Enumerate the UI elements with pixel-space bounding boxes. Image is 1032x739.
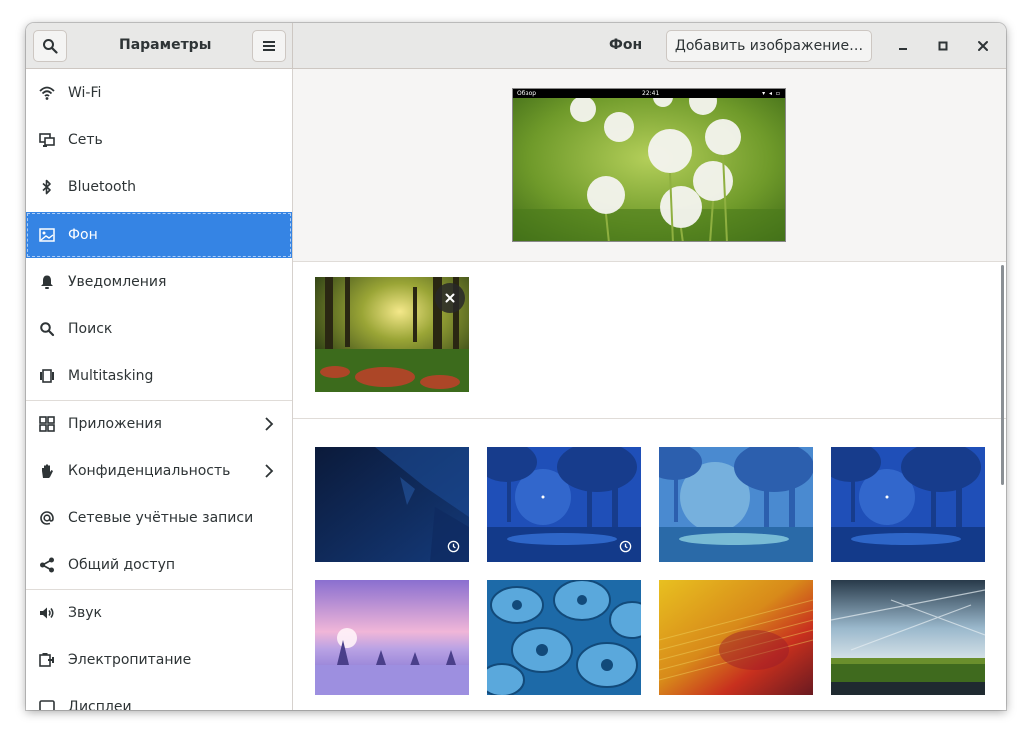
sidebar-item-label: Приложения	[68, 416, 162, 432]
preview-overview-label: Обзор	[517, 90, 537, 97]
background-icon	[39, 228, 55, 242]
sidebar-item-label: Общий доступ	[68, 557, 176, 573]
bell-icon	[41, 275, 53, 289]
snowy-sunset-wallpaper-image	[315, 580, 469, 695]
section-divider	[293, 418, 1006, 419]
blue-tokens-wallpaper-image	[487, 580, 641, 695]
page-title: Фон	[609, 37, 643, 53]
sidebar-item-label: Фон	[68, 227, 98, 243]
blue-forest-wallpaper-image	[831, 447, 985, 562]
search-button[interactable]	[33, 30, 67, 62]
settings-window: Параметры Фон Добавить изображение… Wi-F…	[26, 23, 1006, 710]
background-page: Обзор 22:41 ▾ ◂ ▫	[293, 69, 1006, 710]
sidebar-item-sound[interactable]: Звук	[26, 590, 292, 636]
hamburger-menu-icon	[263, 41, 275, 51]
sidebar-item-label: Bluetooth	[68, 179, 136, 195]
sidebar-item-label: Сетевые учётные записи	[68, 510, 254, 526]
bluetooth-icon	[42, 179, 51, 195]
search-icon	[43, 39, 58, 54]
wallpaper-thumb[interactable]	[659, 580, 813, 695]
main-menu-button[interactable]	[252, 30, 286, 62]
sidebar-item-apps[interactable]: Приложения	[26, 401, 292, 447]
chevron-right-icon	[265, 417, 274, 431]
maximize-button[interactable]	[933, 36, 953, 56]
wallpaper-thumb[interactable]	[315, 447, 469, 562]
preview-status-icons: ▾ ◂ ▫	[762, 90, 781, 97]
sidebar-item-multitasking[interactable]: Multitasking	[26, 353, 292, 399]
sidebar-item-online-accounts[interactable]: Сетевые учётные записи	[26, 495, 292, 541]
close-icon	[978, 41, 988, 51]
sidebar-item-label: Уведомления	[68, 274, 167, 290]
sidebar-item-background[interactable]: Фон	[26, 212, 292, 258]
speaker-icon	[40, 607, 54, 619]
power-icon	[39, 653, 54, 667]
content-headerbar: Фон Добавить изображение…	[293, 23, 1006, 69]
preview-clock: 22:41	[642, 90, 660, 97]
sidebar-headerbar: Параметры	[26, 23, 293, 69]
sidebar-item-label: Звук	[68, 605, 102, 621]
hand-icon	[42, 464, 53, 478]
sidebar-item-privacy[interactable]: Конфиденциальность	[26, 448, 292, 494]
wallpaper-thumb[interactable]	[315, 580, 469, 695]
maximize-icon	[938, 41, 948, 51]
misty-forest-wallpaper-image	[659, 447, 813, 562]
dark-blue-wallpaper-image	[315, 447, 469, 562]
preview-area: Обзор 22:41 ▾ ◂ ▫	[293, 69, 1006, 262]
wallpaper-thumb[interactable]	[487, 447, 641, 562]
sidebar-item-label: Конфиденциальность	[68, 463, 231, 479]
preview-top-bar: Обзор 22:41 ▾ ◂ ▫	[513, 89, 785, 98]
sidebar-item-wifi[interactable]: Wi-Fi	[26, 70, 292, 116]
blue-forest-wallpaper-image	[487, 447, 641, 562]
wallpaper-thumb[interactable]	[487, 580, 641, 695]
minimize-button[interactable]	[893, 36, 913, 56]
sidebar-item-search[interactable]: Поиск	[26, 306, 292, 352]
meadow-sky-wallpaper-image	[831, 580, 985, 695]
add-image-button[interactable]: Добавить изображение…	[666, 30, 872, 62]
app-title: Параметры	[119, 37, 212, 53]
at-icon	[40, 511, 54, 525]
sidebar: Wi-Fi Сеть Bluetooth Фон Уведомления Пои…	[26, 69, 293, 710]
sidebar-item-power[interactable]: Электропитание	[26, 637, 292, 683]
close-button[interactable]	[973, 36, 993, 56]
sidebar-item-label: Электропитание	[68, 652, 192, 668]
sidebar-item-label: Сеть	[68, 132, 103, 148]
sidebar-item-network[interactable]: Сеть	[26, 117, 292, 163]
sidebar-item-notifications[interactable]: Уведомления	[26, 259, 292, 305]
display-icon	[39, 700, 55, 710]
sidebar-item-label: Поиск	[68, 321, 113, 337]
sidebar-item-sharing[interactable]: Общий доступ	[26, 542, 292, 588]
clock-icon	[447, 540, 460, 553]
sidebar-item-label: Multitasking	[68, 368, 154, 384]
remove-wallpaper-button[interactable]	[435, 283, 465, 313]
sidebar-item-label: Wi-Fi	[68, 85, 102, 101]
wallpaper-thumb[interactable]	[831, 447, 985, 562]
colorful-fabric-wallpaper-image	[659, 580, 813, 695]
wallpaper-thumb[interactable]	[659, 447, 813, 562]
multitasking-icon	[40, 369, 54, 383]
chevron-right-icon	[265, 464, 274, 478]
apps-icon	[39, 416, 55, 432]
wifi-icon	[39, 86, 55, 100]
dandelion-wallpaper-image	[513, 89, 785, 241]
sidebar-item-label: Дисплеи	[68, 699, 132, 710]
clock-icon	[619, 540, 632, 553]
scrollbar[interactable]	[1001, 265, 1004, 485]
share-icon	[40, 557, 54, 573]
desktop-preview: Обзор 22:41 ▾ ◂ ▫	[512, 88, 786, 242]
wallpaper-thumb[interactable]	[831, 580, 985, 695]
close-icon	[445, 293, 455, 303]
search-icon	[40, 322, 55, 337]
sidebar-item-displays[interactable]: Дисплеи	[26, 684, 292, 710]
minimize-icon	[899, 48, 907, 50]
network-icon	[39, 133, 55, 147]
sidebar-item-bluetooth[interactable]: Bluetooth	[26, 164, 292, 210]
